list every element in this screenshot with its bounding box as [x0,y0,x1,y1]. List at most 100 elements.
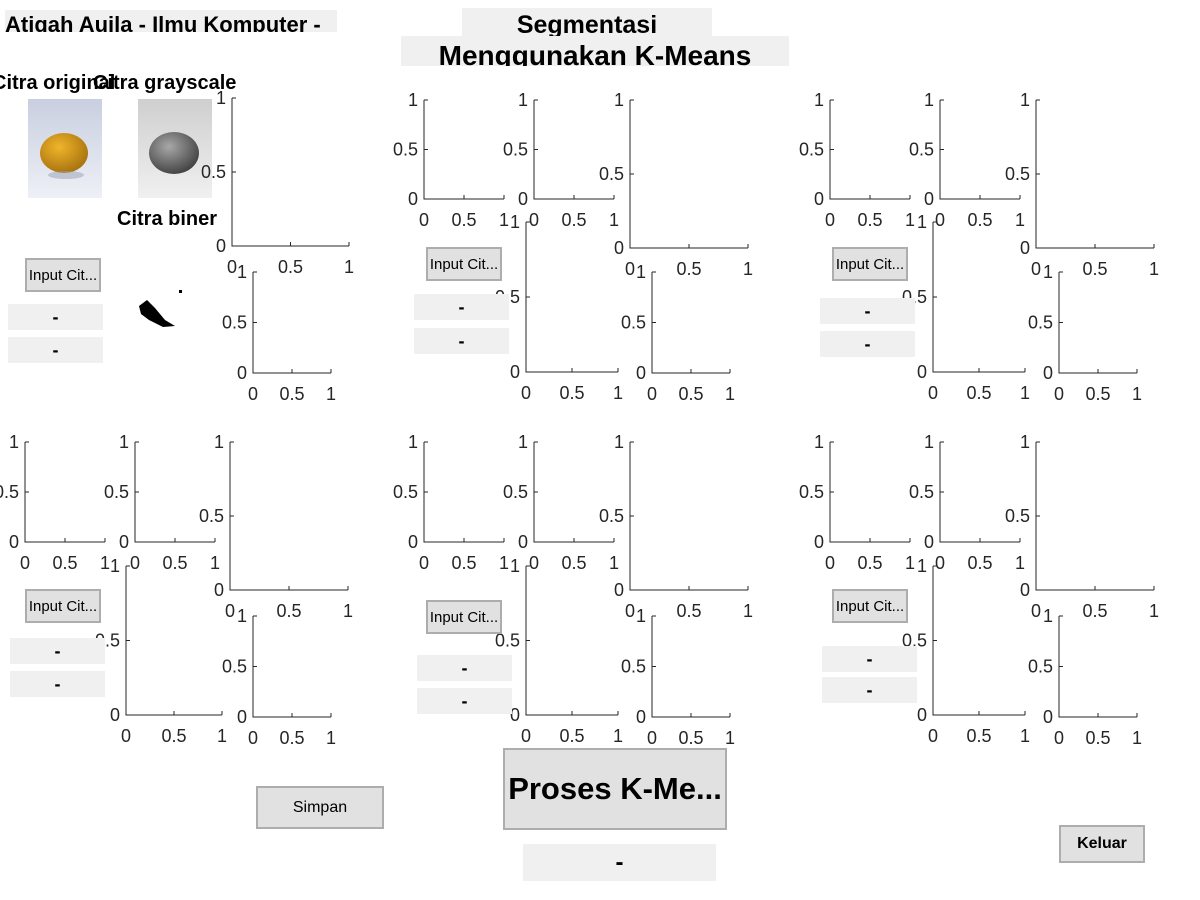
empty-axes-11: 000.50.511 [902,212,1030,403]
y-tick-label: 1 [216,88,226,108]
axis-lines [423,442,504,543]
y-tick-label: 0 [614,580,624,600]
x-tick-label: 0.5 [966,726,991,746]
x-tick-label: 0 [1054,728,1064,748]
empty-axes-20: 00 0.5 0.5 1 1 [599,432,753,621]
x-tick-label: 0 [248,384,258,404]
y-tick-label: 0.5 [909,482,934,502]
x-tick-label: 0.5 [279,384,304,404]
simpan-button[interactable]: Simpan [256,786,384,829]
empty-axes-21: 000.50.511 [495,556,623,746]
process-kmeans-button[interactable]: Proses K-Me... [503,748,727,830]
y-tick-label: 1 [408,432,418,452]
y-tick-label: 0.5 [1028,313,1053,333]
x-tick-label: 0.5 [276,601,301,621]
x-tick-label: 1 [499,553,509,573]
y-tick-label: 0 [510,362,520,382]
empty-axes-1: 00 0.5 0.5 1 1 [201,88,354,277]
axis-lines [525,566,618,716]
axis-lines [525,222,618,373]
y-tick-label: 0 [214,580,224,600]
empty-axes-3: 00 0.5 0.5 1 1 [503,90,619,230]
axis-lines [423,100,504,200]
input-image-button-3[interactable]: Input Cit... [832,247,908,281]
x-tick-label: 1 [499,210,509,230]
x-tick-label: 0 [130,553,140,573]
axis-lines [939,100,1020,200]
y-tick-label: 1 [119,432,129,452]
empty-axes-4: 00 0.5 0.5 1 1 [599,90,753,279]
y-tick-label: 0 [1043,707,1053,727]
x-tick-label: 0.5 [678,728,703,748]
y-tick-label: 0 [1020,580,1030,600]
input-image-button-4[interactable]: Input Cit... [25,589,101,623]
x-tick-label: 0.5 [162,553,187,573]
x-tick-label: 0.5 [278,257,303,277]
axis-lines [229,442,348,591]
y-tick-label: 0 [408,532,418,552]
x-tick-label: 1 [343,601,353,621]
y-tick-label: 0.5 [503,140,528,160]
y-tick-label: 0.5 [393,140,418,160]
y-tick-label: 1 [917,556,927,576]
x-tick-label: 1 [1132,384,1142,404]
x-tick-label: 0.5 [1082,259,1107,279]
y-tick-label: 0 [408,189,418,209]
y-tick-label: 0.5 [799,140,824,160]
axis-lines [1058,616,1137,718]
empty-axes-13: 00 0.5 0.5 1 1 [0,432,110,573]
axis-lines [829,442,910,543]
x-tick-label: 0 [625,259,635,279]
x-tick-label: 0.5 [561,553,586,573]
x-tick-label: 0 [529,210,539,230]
y-tick-label: 0.5 [599,506,624,526]
y-tick-label: 0 [216,236,226,256]
result-field-3a: - [820,298,915,324]
input-image-button-2[interactable]: Input Cit... [426,247,502,281]
empty-axes-23: 00 0.5 0.5 1 1 [799,432,915,573]
result-field-6b: - [822,677,917,703]
empty-axes-6: 000.50.511 [495,212,623,403]
result-field-1a: - [8,304,103,330]
y-tick-label: 0.5 [199,506,224,526]
y-tick-label: 0 [814,189,824,209]
x-tick-label: 0 [419,553,429,573]
x-tick-label: 0.5 [161,726,186,746]
input-image-button-5[interactable]: Input Cit... [426,600,502,634]
x-tick-label: 0.5 [857,553,882,573]
x-tick-label: 1 [344,257,354,277]
x-tick-label: 0 [1031,259,1041,279]
x-tick-label: 1 [326,728,336,748]
input-image-button-1[interactable]: Input Cit... [25,258,101,292]
x-tick-label: 0.5 [559,726,584,746]
y-tick-label: 0 [636,363,646,383]
x-tick-label: 1 [743,601,753,621]
y-tick-label: 0.5 [393,482,418,502]
y-tick-label: 1 [510,212,520,232]
y-tick-label: 0 [110,705,120,725]
empty-axes-8: 00 0.5 0.5 1 1 [799,90,915,230]
x-tick-label: 0 [935,210,945,230]
y-tick-label: 0.5 [1005,506,1030,526]
x-tick-label: 0 [521,726,531,746]
x-tick-label: 0.5 [857,210,882,230]
y-tick-label: 1 [214,432,224,452]
y-tick-label: 0 [1043,363,1053,383]
empty-axes-15: 00 0.5 0.5 1 1 [199,432,353,621]
y-tick-label: 0 [119,532,129,552]
y-tick-label: 0.5 [503,482,528,502]
x-tick-label: 0.5 [676,601,701,621]
keluar-button[interactable]: Keluar [1059,825,1145,863]
x-tick-label: 0 [1054,384,1064,404]
process-result-field: - [523,844,716,881]
empty-axes-19: 00 0.5 0.5 1 1 [503,432,619,573]
y-tick-label: 0 [924,532,934,552]
result-field-3b: - [820,331,915,357]
x-tick-label: 0 [1031,601,1041,621]
input-image-button-6[interactable]: Input Cit... [832,589,908,623]
empty-axes-5: 00 0.5 0.5 1 1 [222,262,336,404]
empty-axes-16: 000.50.511 [95,556,227,746]
axis-lines [939,442,1020,543]
y-tick-label: 0 [518,532,528,552]
x-tick-label: 1 [725,384,735,404]
